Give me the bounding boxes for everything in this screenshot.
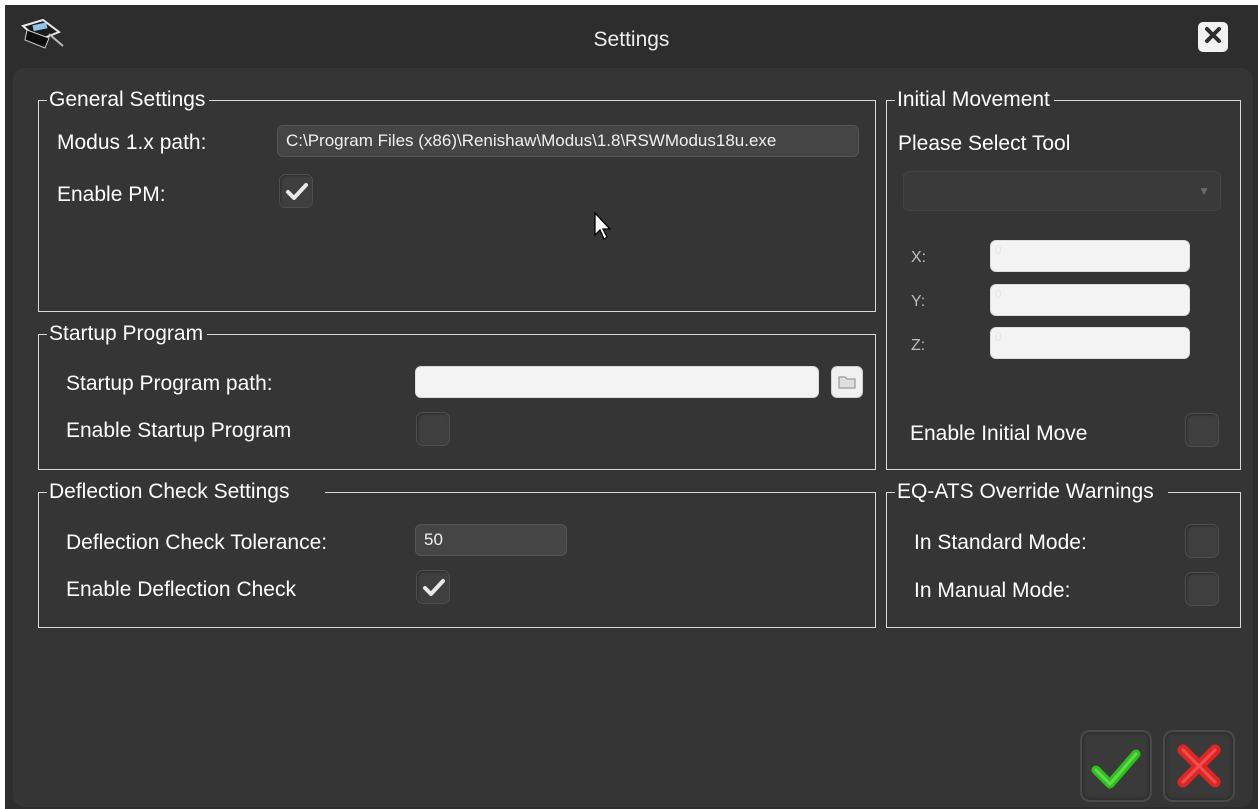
settings-window: Settings General Settings Modus 1.x path… <box>5 5 1258 809</box>
deflection-tolerance-label: Deflection Check Tolerance: <box>66 531 328 554</box>
standard-mode-label: In Standard Mode: <box>914 531 1087 554</box>
checkmark-icon <box>423 579 445 596</box>
manual-mode-checkbox[interactable] <box>1185 572 1219 606</box>
title-bar: Settings <box>5 5 1258 68</box>
window-title: Settings <box>593 28 670 51</box>
y-input[interactable]: 0 <box>990 284 1190 316</box>
green-checkmark-icon <box>1091 749 1141 789</box>
enable-initial-move-checkbox[interactable] <box>1185 413 1219 447</box>
enable-deflection-checkbox[interactable] <box>416 570 450 604</box>
enable-startup-label: Enable Startup Program <box>66 419 292 442</box>
enable-startup-checkbox[interactable] <box>416 412 450 446</box>
startup-program-group: Startup Program Startup Program path: En… <box>38 321 876 470</box>
enable-pm-checkbox[interactable] <box>279 174 313 208</box>
close-button[interactable] <box>1198 22 1228 52</box>
cancel-button[interactable] <box>1163 730 1235 802</box>
folder-icon <box>838 376 856 389</box>
close-icon <box>1204 26 1222 49</box>
modus-path-label: Modus 1.x path: <box>57 131 207 154</box>
eqats-warnings-title: EQ-ATS Override Warnings <box>895 479 1168 505</box>
deflection-tolerance-input[interactable]: 50 <box>415 524 567 556</box>
startup-program-title: Startup Program <box>47 321 208 347</box>
eqats-warnings-group: EQ-ATS Override Warnings In Standard Mod… <box>886 479 1241 628</box>
general-settings-group: General Settings Modus 1.x path: C:\Prog… <box>38 87 876 312</box>
chevron-down-icon: ▼ <box>1198 184 1210 198</box>
standard-mode-checkbox[interactable] <box>1185 524 1219 558</box>
general-settings-title: General Settings <box>47 87 210 113</box>
initial-movement-group: Initial Movement Please Select Tool ▼ X:… <box>886 87 1241 470</box>
mouse-cursor-icon <box>593 211 613 246</box>
manual-mode-label: In Manual Mode: <box>914 579 1071 602</box>
select-tool-label: Please Select Tool <box>898 132 1071 155</box>
ok-button[interactable] <box>1080 730 1152 802</box>
initial-movement-title: Initial Movement <box>895 87 1054 113</box>
modus-path-input[interactable]: C:\Program Files (x86)\Renishaw\Modus\1.… <box>277 125 859 157</box>
x-label: X: <box>911 249 927 266</box>
enable-deflection-label: Enable Deflection Check <box>66 578 296 601</box>
z-label: Z: <box>911 337 926 354</box>
y-label: Y: <box>911 293 926 310</box>
z-input[interactable]: 0 <box>990 327 1190 359</box>
enable-pm-label: Enable PM: <box>57 183 166 206</box>
tool-dropdown[interactable]: ▼ <box>903 171 1221 211</box>
x-input[interactable]: 0 <box>990 240 1190 272</box>
red-x-icon <box>1177 744 1221 788</box>
enable-initial-move-label: Enable Initial Move <box>910 422 1088 445</box>
checkmark-icon <box>286 183 308 200</box>
startup-path-label: Startup Program path: <box>66 372 273 395</box>
startup-path-input[interactable] <box>415 366 819 398</box>
settings-content: General Settings Modus 1.x path: C:\Prog… <box>13 68 1253 807</box>
deflection-check-title: Deflection Check Settings <box>47 479 326 505</box>
browse-button[interactable] <box>831 366 863 398</box>
deflection-check-group: Deflection Check Settings Deflection Che… <box>38 479 876 628</box>
